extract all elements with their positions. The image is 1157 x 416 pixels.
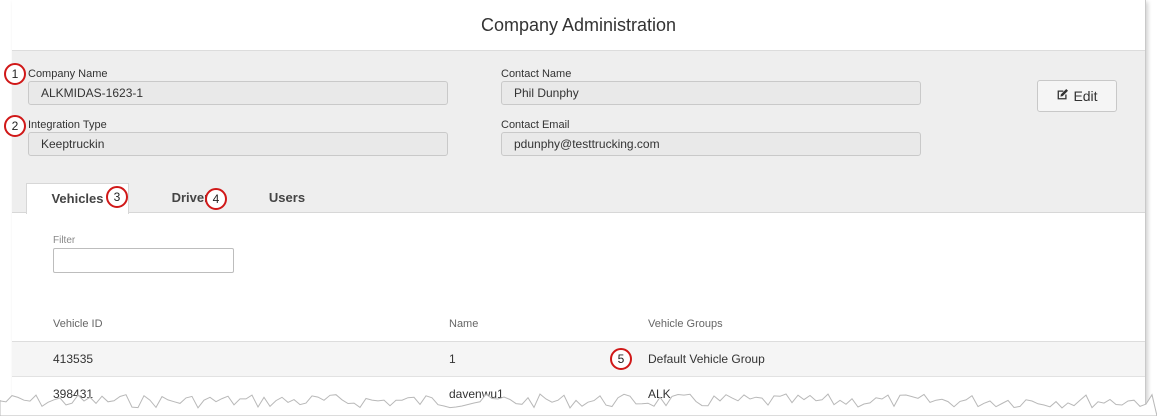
callout-1: 1 bbox=[4, 63, 26, 85]
callout-4: 4 bbox=[205, 188, 227, 210]
vehicle-groups-cell: Default Vehicle Group bbox=[648, 352, 765, 366]
callout-3: 3 bbox=[106, 186, 128, 208]
contact-name-label: Contact Name bbox=[501, 68, 572, 80]
contact-name-field: Phil Dunphy bbox=[501, 81, 921, 105]
callout-2: 2 bbox=[4, 115, 26, 137]
company-admin-panel: Company Administration Company Name ALKM… bbox=[12, 0, 1146, 416]
company-name-label: Company Name bbox=[28, 68, 108, 80]
contact-email-field: pdunphy@testtrucking.com bbox=[501, 132, 921, 156]
company-info-panel: Company Name ALKMIDAS-1623-1 Integration… bbox=[12, 51, 1145, 214]
tab-drivers[interactable]: Drivers bbox=[144, 183, 244, 213]
edit-button[interactable]: Edit bbox=[1037, 80, 1117, 112]
column-header-vehicle-groups[interactable]: Vehicle Groups bbox=[648, 318, 723, 330]
vehicle-name-cell: 1 bbox=[449, 352, 456, 366]
callout-5: 5 bbox=[610, 348, 632, 370]
edit-icon bbox=[1056, 88, 1069, 104]
table-row[interactable]: 413535 1 Default Vehicle Group bbox=[12, 342, 1145, 377]
column-header-name[interactable]: Name bbox=[449, 318, 478, 330]
contact-email-label: Contact Email bbox=[501, 119, 570, 131]
vehicle-id-cell: 413535 bbox=[53, 352, 94, 366]
page-title: Company Administration bbox=[480, 14, 677, 35]
integration-type-label: Integration Type bbox=[28, 119, 107, 131]
edit-button-label: Edit bbox=[1073, 88, 1098, 104]
column-header-vehicle-id[interactable]: Vehicle ID bbox=[53, 318, 103, 330]
company-name-field: ALKMIDAS-1623-1 bbox=[28, 81, 448, 105]
torn-edge-decoration bbox=[0, 393, 1157, 416]
integration-type-field: Keeptruckin bbox=[28, 132, 448, 156]
tab-users[interactable]: Users bbox=[244, 183, 330, 213]
filter-label: Filter bbox=[53, 235, 76, 246]
header-bar: Company Administration bbox=[12, 0, 1145, 51]
filter-input[interactable] bbox=[53, 248, 234, 273]
